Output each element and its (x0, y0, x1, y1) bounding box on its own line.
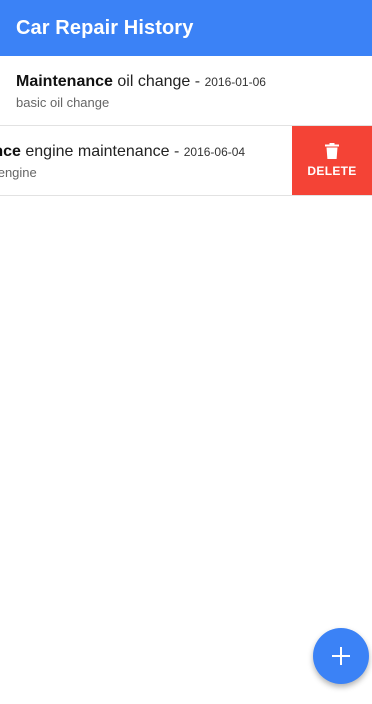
repair-history-list: Maintenance oil change - 2016-01-06 basi… (0, 56, 372, 196)
record-notes: basic oil change (16, 95, 110, 110)
record-notes: checked the engine (0, 165, 37, 180)
list-item[interactable]: Maintenance oil change - 2016-01-06 basi… (0, 56, 372, 126)
trash-icon (325, 143, 339, 159)
list-item-content: Maintenance engine maintenance - 2016-06… (0, 126, 245, 195)
record-separator: - (194, 73, 201, 90)
page-title: Car Repair History (16, 16, 194, 39)
list-item-primary-line: Maintenance oil change - 2016-01-06 (16, 72, 266, 92)
record-date: 2016-01-06 (204, 75, 266, 89)
list-item-primary-line: Maintenance engine maintenance - 2016-06… (0, 142, 245, 162)
list-item-content: Maintenance oil change - 2016-01-06 basi… (16, 56, 266, 125)
record-title: oil change (117, 73, 191, 90)
record-category: Maintenance (16, 73, 113, 90)
app-screen: Car Repair History Maintenance oil chang… (0, 0, 372, 704)
app-bar: Car Repair History (0, 0, 372, 56)
record-title: engine maintenance (25, 143, 170, 160)
record-separator: - (173, 143, 180, 160)
record-date: 2016-06-04 (183, 145, 246, 159)
record-category: Maintenance (0, 143, 21, 160)
add-record-button[interactable] (313, 628, 369, 684)
plus-icon (332, 647, 350, 665)
delete-button[interactable]: DELETE (292, 126, 372, 195)
delete-label: DELETE (307, 164, 357, 178)
list-item[interactable]: Maintenance engine maintenance - 2016-06… (0, 126, 372, 196)
